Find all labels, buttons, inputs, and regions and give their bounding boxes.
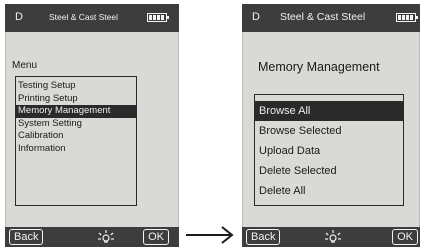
backlight-icon[interactable] <box>97 229 115 245</box>
backlight-icon[interactable] <box>324 229 342 245</box>
soft-key-bar: Back OK <box>242 227 420 247</box>
material-title: Steel & Cast Steel <box>280 11 366 23</box>
memory-management-screen: D Steel & Cast Steel Memory Management B… <box>242 4 420 247</box>
main-menu-screen: D Steel & Cast Steel Menu Testing Setup … <box>5 4 179 247</box>
menu-item-testing-setup[interactable]: Testing Setup <box>16 80 136 93</box>
menu-item-browse-all[interactable]: Browse All <box>255 101 403 121</box>
back-button[interactable]: Back <box>9 229 44 245</box>
ok-button[interactable]: OK <box>392 229 418 245</box>
main-menu-list: Testing Setup Printing Setup Memory Mana… <box>16 80 136 155</box>
menu-item-browse-selected[interactable]: Browse Selected <box>255 121 403 141</box>
title-bar: D Steel & Cast Steel <box>5 4 179 32</box>
menu-title: Menu <box>12 60 38 71</box>
menu-item-memory-management[interactable]: Memory Management <box>16 105 136 118</box>
menu-item-system-setting[interactable]: System Setting <box>16 118 136 131</box>
back-button[interactable]: Back <box>246 229 281 245</box>
mode-indicator: D <box>252 11 260 23</box>
ok-button[interactable]: OK <box>143 229 169 245</box>
menu-item-delete-selected[interactable]: Delete Selected <box>255 161 403 181</box>
menu-item-upload-data[interactable]: Upload Data <box>255 141 403 161</box>
title-bar: D Steel & Cast Steel <box>242 4 420 32</box>
menu-item-printing-setup[interactable]: Printing Setup <box>16 93 136 106</box>
menu-item-information[interactable]: Information <box>16 143 136 156</box>
menu-title: Memory Management <box>258 60 380 74</box>
soft-key-bar: Back OK <box>5 227 179 247</box>
menu-item-calibration[interactable]: Calibration <box>16 130 136 143</box>
material-title: Steel & Cast Steel <box>49 12 118 22</box>
battery-icon <box>147 13 169 22</box>
mode-indicator: D <box>15 11 23 23</box>
battery-icon <box>396 13 418 22</box>
memory-menu-list: Browse All Browse Selected Upload Data D… <box>255 101 403 201</box>
menu-item-delete-all[interactable]: Delete All <box>255 181 403 201</box>
arrow-right-icon <box>186 226 234 244</box>
